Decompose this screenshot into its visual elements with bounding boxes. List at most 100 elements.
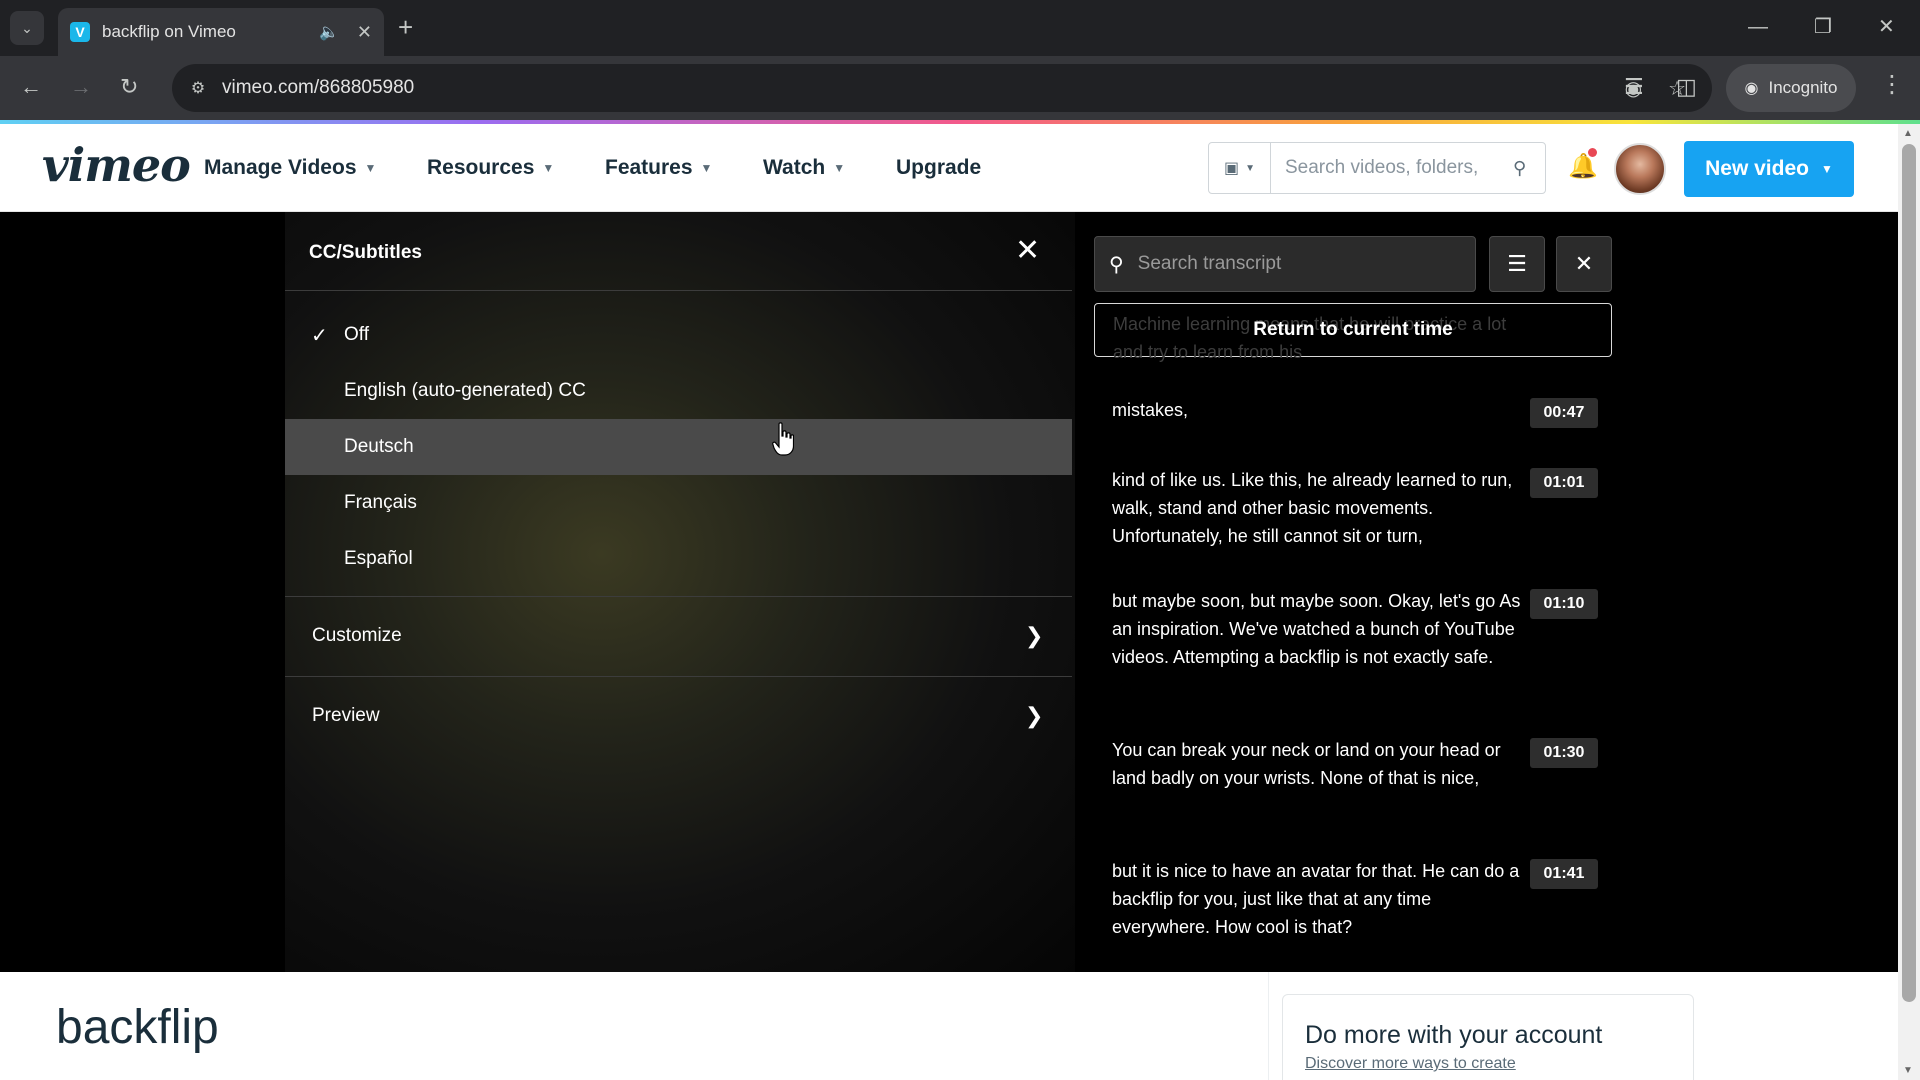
tab-close-icon[interactable]: ✕ [357, 22, 372, 43]
nav-label: Manage Videos [204, 156, 357, 179]
tab-search-chevron-icon[interactable]: ⌄ [10, 11, 44, 45]
preview-label: Preview [312, 705, 380, 726]
chevron-down-icon: ▼ [542, 161, 555, 175]
search-icon[interactable]: ⚲ [1513, 158, 1526, 179]
cc-option-off[interactable]: ✓ Off [285, 307, 1072, 363]
cc-option-deutsch[interactable]: Deutsch [285, 419, 1072, 475]
restore-icon[interactable]: ❐ [1814, 12, 1832, 42]
window-close-icon[interactable]: ✕ [1878, 12, 1895, 42]
incognito-icon: ◉ [1744, 80, 1759, 97]
vimeo-favicon-icon: V [70, 22, 90, 42]
divider [1268, 972, 1269, 1080]
incognito-badge[interactable]: ◉ Incognito [1726, 64, 1856, 112]
hand-cursor-icon [772, 422, 794, 456]
search-type-selector[interactable]: ▣ ▼ [1209, 143, 1271, 193]
close-icon[interactable]: ✕ [1015, 236, 1040, 266]
nav-watch[interactable]: Watch ▼ [763, 156, 845, 180]
transcript-text: but it is nice to have an avatar for tha… [1112, 861, 1520, 937]
chevron-down-icon: ▼ [1820, 162, 1833, 176]
transcript-close-icon[interactable]: ✕ [1556, 236, 1612, 292]
address-bar[interactable]: ⚙ vimeo.com/868805980 ◉ ☆ [172, 64, 1712, 112]
cc-option-label: Français [344, 492, 417, 513]
cc-customize-row[interactable]: Customize ❯ [285, 597, 1072, 675]
cc-option-label: Off [344, 324, 369, 345]
transcript-timestamp[interactable]: 01:30 [1530, 738, 1598, 768]
back-arrow-icon[interactable]: ← [20, 72, 42, 102]
cc-option-espanol[interactable]: Español [285, 531, 1072, 587]
tab-title: backflip on Vimeo [102, 22, 236, 41]
transcript-search: ⚲ [1094, 236, 1476, 292]
transcript-timestamp[interactable]: 01:01 [1530, 468, 1598, 498]
search-input[interactable] [1285, 157, 1505, 179]
chevron-down-icon: ▼ [1245, 162, 1256, 174]
account-card-title: Do more with your account [1305, 1021, 1603, 1049]
new-video-label: New video [1705, 157, 1809, 180]
nav-label: Watch [763, 156, 826, 179]
nav-features[interactable]: Features ▼ [605, 156, 712, 180]
cc-option-english[interactable]: English (auto-generated) CC [285, 363, 1072, 419]
page-scrollbar[interactable]: ▲ ▼ [1898, 124, 1920, 1080]
transcript-search-input[interactable] [1137, 253, 1438, 275]
transcript-settings-sliders-icon[interactable]: ☰ [1489, 236, 1545, 292]
cc-panel-title: CC/Subtitles [309, 242, 422, 263]
chevron-right-icon: ❯ [1025, 703, 1044, 728]
transcript-timestamp[interactable]: 01:41 [1530, 859, 1598, 889]
vimeo-logo[interactable]: vimeo [42, 138, 191, 192]
video-player[interactable]: CC/Subtitles ✕ ✓ Off English (auto-gener… [0, 212, 1898, 972]
vimeo-header: vimeo Manage Videos ▼ Resources ▼ Features… [0, 124, 1898, 212]
incognito-label: Incognito [1768, 78, 1838, 97]
nav-manage-videos[interactable]: Manage Videos ▼ [204, 156, 376, 180]
scroll-down-arrow-icon[interactable]: ▼ [1903, 1065, 1913, 1076]
divider [285, 290, 1072, 291]
transcript-panel: ⚲ ☰ ✕ Machine learning means that he wil… [1094, 236, 1612, 972]
site-settings-icon[interactable]: ⚙ [182, 72, 214, 104]
reload-icon[interactable]: ↻ [120, 72, 138, 102]
nav-label: Features [605, 156, 693, 179]
transcript-text: mistakes, [1112, 400, 1189, 420]
transcript-text: kind of like us. Like this, he already l… [1112, 470, 1513, 546]
nav-resources[interactable]: Resources ▼ [427, 156, 554, 180]
cc-subtitles-panel: CC/Subtitles ✕ ✓ Off English (auto-gener… [285, 212, 1072, 972]
notification-badge [1588, 148, 1597, 157]
media-controls-icon[interactable]: ☰ [1624, 72, 1644, 102]
forward-arrow-icon[interactable]: → [70, 72, 92, 102]
transcript-timestamp[interactable]: 01:10 [1530, 589, 1598, 619]
avatar[interactable] [1614, 143, 1666, 195]
speaker-icon[interactable]: 🔈 [319, 22, 339, 42]
discover-more-link[interactable]: Discover more ways to create [1305, 1055, 1516, 1073]
search-icon: ⚲ [1109, 253, 1124, 276]
cc-option-label: Español [344, 548, 413, 569]
video-details: backflip Do more with your account Disco… [0, 972, 1898, 1080]
browser-tab-strip: ⌄ V backflip on Vimeo 🔈 ✕ + — ❐ ✕ [0, 0, 1920, 56]
chevron-down-icon: ▼ [364, 161, 377, 175]
account-upsell-card: Do more with your account Discover more … [1282, 994, 1694, 1080]
minimize-icon[interactable]: — [1748, 12, 1768, 42]
return-to-current-time-button[interactable]: Machine learning means that he will prac… [1094, 303, 1612, 362]
scrollbar-thumb[interactable] [1902, 144, 1916, 1002]
transcript-text: but maybe soon, but maybe soon. Okay, le… [1112, 591, 1521, 667]
chevron-down-icon: ▼ [700, 161, 713, 175]
chevron-right-icon: ❯ [1025, 623, 1044, 648]
browser-toolbar: ← → ↻ ⚙ vimeo.com/868805980 ◉ ☆ ☰ ◫ ◉ In… [0, 56, 1920, 120]
cc-option-label: English (auto-generated) CC [344, 380, 586, 401]
new-tab-plus-icon[interactable]: + [398, 12, 413, 42]
nav-label: Resources [427, 156, 535, 179]
transcript-timestamp[interactable]: 00:47 [1530, 398, 1598, 428]
side-panel-icon[interactable]: ◫ [1676, 72, 1697, 102]
return-label: Return to current time [1253, 319, 1453, 340]
checkmark-icon: ✓ [311, 324, 328, 347]
chevron-down-icon: ▼ [833, 161, 846, 175]
transcript-text: You can break your neck or land on your … [1112, 740, 1501, 788]
video-title: backflip [56, 1001, 219, 1054]
nav-upgrade[interactable]: Upgrade [896, 156, 981, 180]
customize-label: Customize [312, 625, 402, 646]
browser-tab[interactable]: V backflip on Vimeo 🔈 ✕ [58, 8, 384, 56]
scroll-up-arrow-icon[interactable]: ▲ [1903, 128, 1913, 139]
nav-label: Upgrade [896, 156, 982, 179]
vimeo-search: ▣ ▼ ⚲ [1208, 142, 1546, 194]
browser-menu-icon[interactable]: ⋮ [1880, 70, 1904, 99]
new-video-button[interactable]: New video ▼ [1684, 141, 1854, 197]
cc-option-francais[interactable]: Français [285, 475, 1072, 531]
cc-preview-row[interactable]: Preview ❯ [285, 677, 1072, 755]
url-text[interactable]: vimeo.com/868805980 [222, 77, 1625, 99]
